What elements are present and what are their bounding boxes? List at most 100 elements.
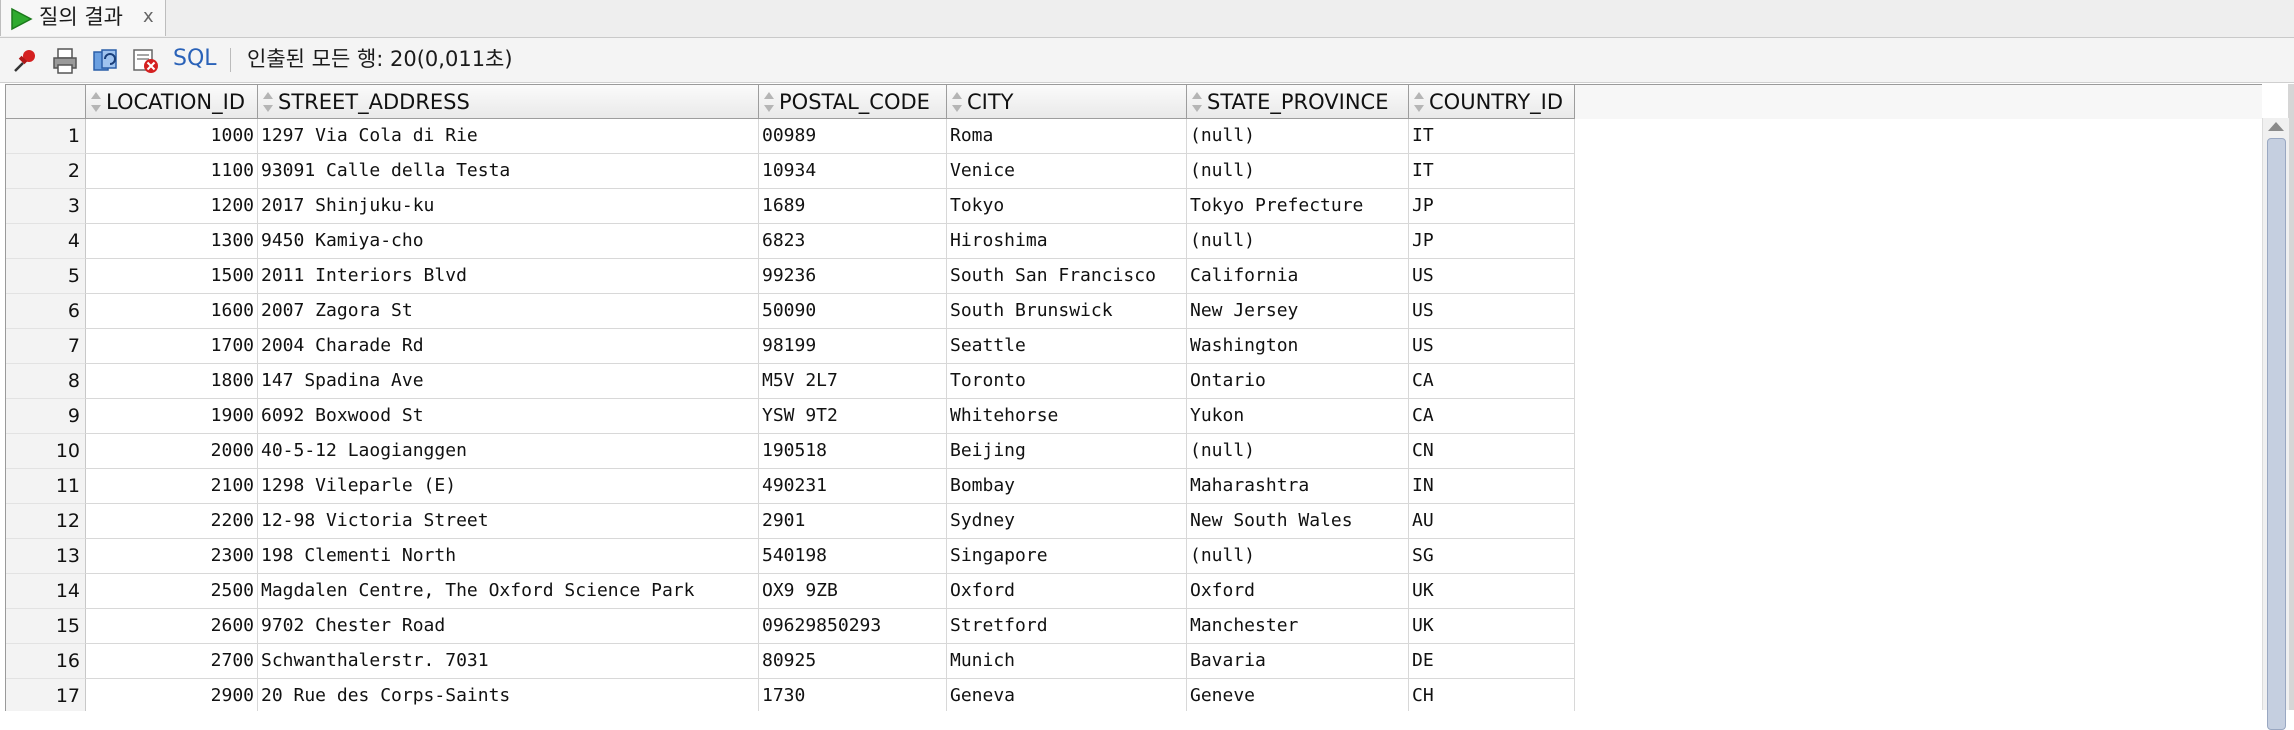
refresh-icon[interactable] xyxy=(90,46,120,76)
state-province-cell[interactable]: New Jersey xyxy=(1187,294,1409,329)
location-id-cell[interactable]: 1500 xyxy=(86,259,258,294)
country-id-cell[interactable]: JP xyxy=(1409,224,1575,259)
street-address-cell[interactable]: Schwanthalerstr. 7031 xyxy=(258,644,759,679)
row-number[interactable]: 2 xyxy=(6,154,86,189)
sort-icon[interactable] xyxy=(950,91,964,113)
postal-code-cell[interactable]: 98199 xyxy=(759,329,947,364)
country-id-cell[interactable]: JP xyxy=(1409,189,1575,224)
city-cell[interactable]: Beijing xyxy=(947,434,1187,469)
country-id-cell[interactable]: IT xyxy=(1409,119,1575,154)
table-row[interactable]: 16 2700 Schwanthalerstr. 7031 80925 Munich Ba… xyxy=(6,644,2262,679)
table-row[interactable]: 8 1800 147 Spadina Ave M5V 2L7 Toronto Ontari… xyxy=(6,364,2262,399)
table-row[interactable]: 14 2500 Magdalen Centre, The Oxford Scienc… xyxy=(6,574,2262,609)
state-province-cell[interactable]: Tokyo Prefecture xyxy=(1187,189,1409,224)
city-cell[interactable]: Singapore xyxy=(947,539,1187,574)
column-header-city[interactable]: CITY xyxy=(947,85,1187,119)
results-grid[interactable]: LOCATION_ID STREET_ADDRESS POSTAL_CODE C… xyxy=(5,84,2262,711)
row-number[interactable]: 15 xyxy=(6,609,86,644)
row-number[interactable]: 17 xyxy=(6,679,86,711)
state-province-cell[interactable]: (null) xyxy=(1187,434,1409,469)
country-id-cell[interactable]: IN xyxy=(1409,469,1575,504)
street-address-cell[interactable]: 2011 Interiors Blvd xyxy=(258,259,759,294)
city-cell[interactable]: Oxford xyxy=(947,574,1187,609)
postal-code-cell[interactable]: OX9 9ZB xyxy=(759,574,947,609)
city-cell[interactable]: Stretford xyxy=(947,609,1187,644)
location-id-cell[interactable]: 2300 xyxy=(86,539,258,574)
location-id-cell[interactable]: 1700 xyxy=(86,329,258,364)
city-cell[interactable]: Munich xyxy=(947,644,1187,679)
table-row[interactable]: 15 2600 9702 Chester Road 09629850293 Stretf… xyxy=(6,609,2262,644)
state-province-cell[interactable]: Maharashtra xyxy=(1187,469,1409,504)
sort-icon[interactable] xyxy=(1412,91,1426,113)
country-id-cell[interactable]: CA xyxy=(1409,364,1575,399)
postal-code-cell[interactable]: 6823 xyxy=(759,224,947,259)
postal-code-cell[interactable]: 2901 xyxy=(759,504,947,539)
state-province-cell[interactable]: Manchester xyxy=(1187,609,1409,644)
street-address-cell[interactable]: 40-5-12 Laogianggen xyxy=(258,434,759,469)
city-cell[interactable]: Seattle xyxy=(947,329,1187,364)
table-row[interactable]: 5 1500 2011 Interiors Blvd 99236 South San F… xyxy=(6,259,2262,294)
table-row[interactable]: 13 2300 198 Clementi North 540198 Singapore(… xyxy=(6,539,2262,574)
country-id-cell[interactable]: UK xyxy=(1409,574,1575,609)
city-cell[interactable]: Tokyo xyxy=(947,189,1187,224)
state-province-cell[interactable]: Oxford xyxy=(1187,574,1409,609)
location-id-cell[interactable]: 2900 xyxy=(86,679,258,711)
country-id-cell[interactable]: CA xyxy=(1409,399,1575,434)
location-id-cell[interactable]: 1000 xyxy=(86,119,258,154)
row-number[interactable]: 9 xyxy=(6,399,86,434)
table-row[interactable]: 3 1200 2017 Shinjuku-ku 1689 Tokyo Tokyo Pref… xyxy=(6,189,2262,224)
location-id-cell[interactable]: 2200 xyxy=(86,504,258,539)
street-address-cell[interactable]: Magdalen Centre, The Oxford Science Park xyxy=(258,574,759,609)
table-row[interactable]: 7 1700 2004 Charade Rd 98199 Seattle Washingt… xyxy=(6,329,2262,364)
column-header-postal-code[interactable]: POSTAL_CODE xyxy=(759,85,947,119)
table-row[interactable]: 9 1900 6092 Boxwood St YSW 9T2 Whitehorse Yuk… xyxy=(6,399,2262,434)
state-province-cell[interactable]: Ontario xyxy=(1187,364,1409,399)
country-id-cell[interactable]: SG xyxy=(1409,539,1575,574)
postal-code-cell[interactable]: 540198 xyxy=(759,539,947,574)
row-number[interactable]: 1 xyxy=(6,119,86,154)
sort-icon[interactable] xyxy=(1190,91,1204,113)
row-number[interactable]: 8 xyxy=(6,364,86,399)
state-province-cell[interactable]: (null) xyxy=(1187,539,1409,574)
postal-code-cell[interactable]: YSW 9T2 xyxy=(759,399,947,434)
street-address-cell[interactable]: 6092 Boxwood St xyxy=(258,399,759,434)
street-address-cell[interactable]: 9450 Kamiya-cho xyxy=(258,224,759,259)
table-row[interactable]: 1 1000 1297 Via Cola di Rie 00989 Roma (null)… xyxy=(6,119,2262,154)
row-number[interactable]: 6 xyxy=(6,294,86,329)
postal-code-cell[interactable]: 00989 xyxy=(759,119,947,154)
location-id-cell[interactable]: 2000 xyxy=(86,434,258,469)
sql-link[interactable]: SQL xyxy=(173,44,217,74)
row-number[interactable]: 7 xyxy=(6,329,86,364)
city-cell[interactable]: South San Francisco xyxy=(947,259,1187,294)
city-cell[interactable]: Roma xyxy=(947,119,1187,154)
street-address-cell[interactable]: 1298 Vileparle (E) xyxy=(258,469,759,504)
location-id-cell[interactable]: 2700 xyxy=(86,644,258,679)
print-icon[interactable] xyxy=(50,46,80,76)
table-row[interactable]: 4 1300 9450 Kamiya-cho 6823 Hiroshima (null) J… xyxy=(6,224,2262,259)
sort-icon[interactable] xyxy=(762,91,776,113)
city-cell[interactable]: Toronto xyxy=(947,364,1187,399)
state-province-cell[interactable]: (null) xyxy=(1187,119,1409,154)
postal-code-cell[interactable]: 490231 xyxy=(759,469,947,504)
state-province-cell[interactable]: (null) xyxy=(1187,154,1409,189)
state-province-cell[interactable]: Bavaria xyxy=(1187,644,1409,679)
street-address-cell[interactable]: 2017 Shinjuku-ku xyxy=(258,189,759,224)
vertical-scrollbar[interactable] xyxy=(2262,118,2289,730)
city-cell[interactable]: Bombay xyxy=(947,469,1187,504)
street-address-cell[interactable]: 198 Clementi North xyxy=(258,539,759,574)
country-id-cell[interactable]: IT xyxy=(1409,154,1575,189)
pin-icon[interactable] xyxy=(10,46,40,76)
location-id-cell[interactable]: 2100 xyxy=(86,469,258,504)
location-id-cell[interactable]: 1300 xyxy=(86,224,258,259)
postal-code-cell[interactable]: 50090 xyxy=(759,294,947,329)
street-address-cell[interactable]: 93091 Calle della Testa xyxy=(258,154,759,189)
state-province-cell[interactable]: New South Wales xyxy=(1187,504,1409,539)
state-province-cell[interactable]: Geneve xyxy=(1187,679,1409,711)
row-number[interactable]: 5 xyxy=(6,259,86,294)
city-cell[interactable]: Geneva xyxy=(947,679,1187,711)
city-cell[interactable]: South Brunswick xyxy=(947,294,1187,329)
street-address-cell[interactable]: 2007 Zagora St xyxy=(258,294,759,329)
postal-code-cell[interactable]: 1730 xyxy=(759,679,947,711)
city-cell[interactable]: Venice xyxy=(947,154,1187,189)
location-id-cell[interactable]: 1800 xyxy=(86,364,258,399)
